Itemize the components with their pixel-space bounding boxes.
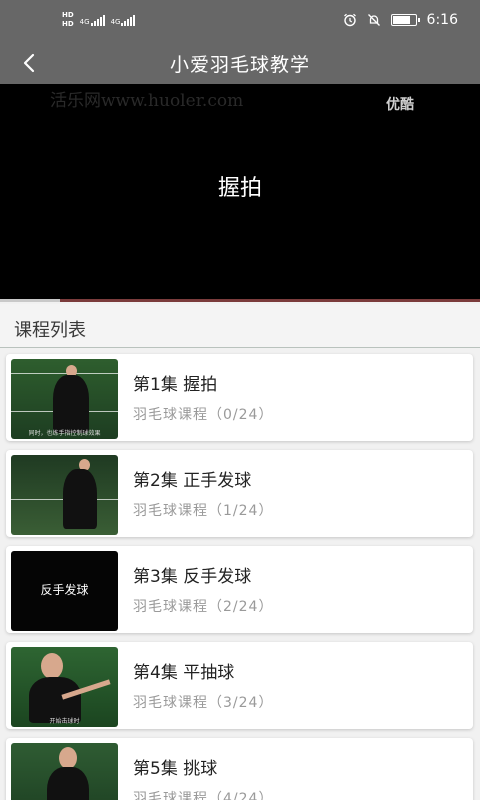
lesson-title: 第1集 握拍 (133, 375, 218, 395)
video-caption: 握拍 (217, 176, 262, 201)
lesson-progress-text: 羽毛球课程（3/24） (133, 695, 274, 711)
video-progress-bar[interactable] (0, 299, 480, 302)
status-bar: HD HD 4G 4G 6:16 (0, 0, 480, 42)
signal-bars-icon (90, 14, 105, 26)
lesson-title: 第3集 反手发球 (133, 567, 252, 587)
network-label-2: 4G (110, 18, 121, 26)
lesson-title: 第2集 正手发球 (133, 471, 252, 491)
hd-label-2: HD (62, 20, 74, 28)
lesson-card-4[interactable]: 开始击球时 第4集 平抽球 羽毛球课程（3/24） (6, 642, 473, 729)
course-list-header: 课程列表 (0, 304, 480, 348)
lesson-thumbnail: 同时，也练手指控制球效果 (11, 359, 118, 439)
alarm-icon (343, 13, 356, 27)
signal-1: 4G (80, 14, 105, 26)
hd-badge: HD HD (62, 11, 74, 29)
video-player[interactable]: 活乐网www.huoler.com 优酷 握拍 (0, 84, 480, 302)
network-indicators: HD HD 4G 4G (62, 11, 136, 29)
player-figure (47, 767, 89, 800)
player-head (59, 747, 77, 769)
lesson-title: 第5集 挑球 (133, 759, 218, 779)
lesson-thumbnail: 开始击球时 (11, 647, 118, 727)
app-header: 小爱羽毛球教学 (0, 42, 480, 84)
lesson-thumbnail (11, 455, 118, 535)
lesson-thumbnail: 反手发球 (11, 551, 118, 631)
page-title: 小爱羽毛球教学 (169, 54, 310, 76)
player-figure (63, 469, 97, 529)
lesson-title: 第4集 平抽球 (133, 663, 235, 683)
thumbnail-caption: 开始击球时 (49, 718, 80, 725)
lesson-progress-text: 羽毛球课程（2/24） (133, 599, 274, 615)
lesson-progress-text: 羽毛球课程（1/24） (133, 503, 274, 519)
lesson-progress-text: 羽毛球课程（4/24） (133, 791, 274, 800)
thumbnail-caption: 反手发球 (40, 583, 89, 597)
player-head (41, 653, 63, 679)
signal-2: 4G (111, 14, 136, 26)
net-line (11, 373, 118, 374)
player-figure (53, 375, 89, 433)
lesson-card-3[interactable]: 反手发球 第3集 反手发球 羽毛球课程（2/24） (6, 546, 473, 633)
lesson-card-2[interactable]: 第2集 正手发球 羽毛球课程（1/24） (6, 450, 473, 537)
video-progress-fill (0, 299, 60, 302)
lesson-card-5[interactable]: 第5集 挑球 羽毛球课程（4/24） (6, 738, 473, 800)
lesson-card-1[interactable]: 同时，也练手指控制球效果 第1集 握拍 羽毛球课程（0/24） (6, 354, 473, 441)
network-label-1: 4G (79, 18, 90, 26)
mute-icon (367, 14, 380, 26)
battery-icon (390, 14, 420, 26)
lesson-progress-text: 羽毛球课程（0/24） (133, 407, 274, 423)
signal-bars-icon (121, 14, 136, 26)
section-title: 课程列表 (14, 320, 86, 341)
video-watermark: 活乐网www.huoler.com (50, 91, 244, 111)
hd-label-1: HD (62, 11, 74, 19)
system-indicators: 6:16 (343, 12, 458, 28)
video-brand-logo: 优酷 (386, 97, 414, 113)
clock: 6:16 (426, 12, 458, 28)
lesson-thumbnail (11, 743, 118, 800)
thumbnail-caption: 同时，也练手指控制球效果 (28, 430, 101, 437)
